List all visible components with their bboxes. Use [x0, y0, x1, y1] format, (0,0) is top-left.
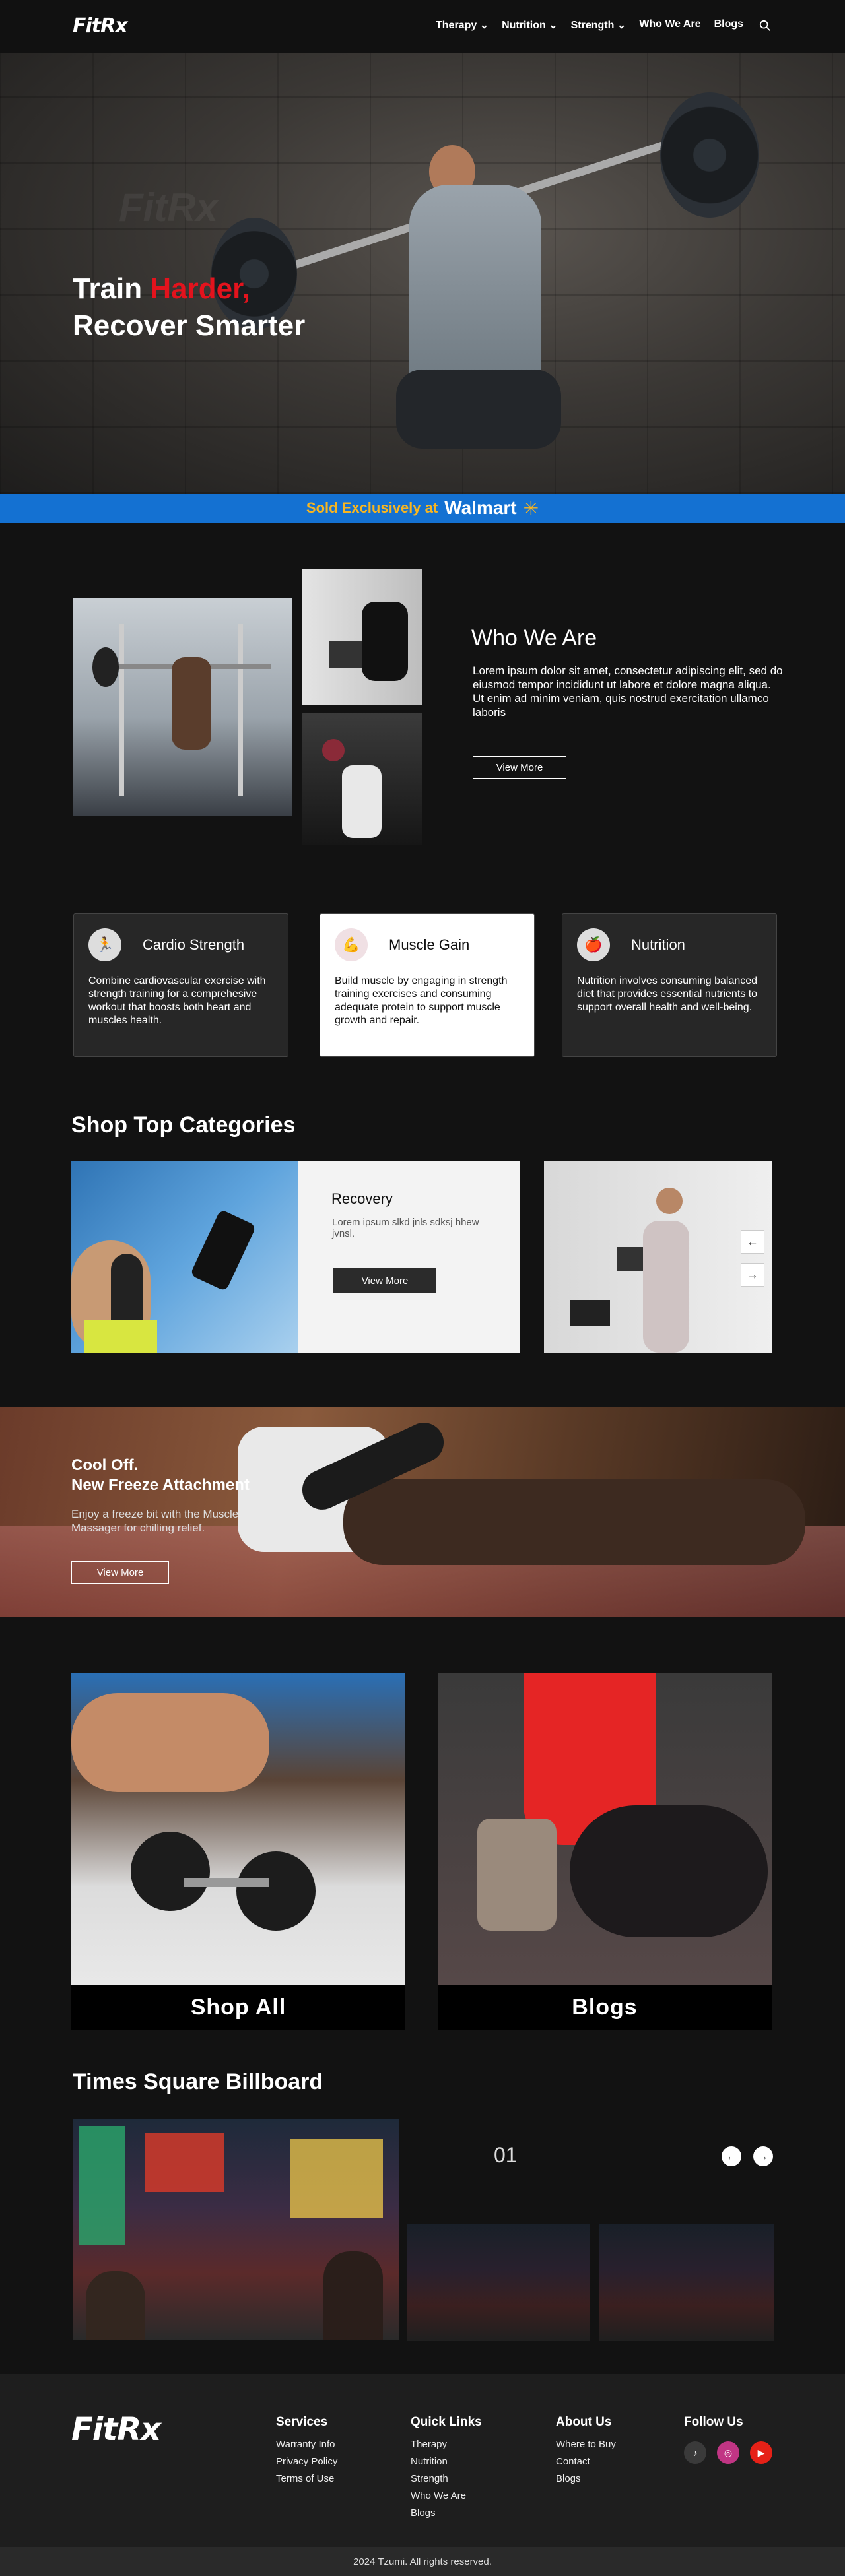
footer-link[interactable]: Terms of Use — [276, 2470, 337, 2488]
footer-column-title: About Us — [556, 2415, 612, 2429]
shop-all-label[interactable]: Shop All — [71, 1985, 405, 2030]
nutrition-icon: 🍎 — [577, 928, 610, 961]
nav-strength[interactable]: Strength ⌄ — [571, 18, 626, 32]
footer-link[interactable]: Who We Are — [411, 2488, 482, 2505]
top-navigation: FitRx Therapy ⌄ Nutrition ⌄ Strength ⌄ W… — [0, 0, 845, 53]
search-icon[interactable] — [759, 20, 771, 32]
chevron-down-icon: ⌄ — [617, 20, 626, 31]
footer-about-column: About Us Where to Buy Contact Blogs — [556, 2415, 616, 2488]
feature-card-muscle[interactable]: 💪 Muscle Gain Build muscle by engaging i… — [320, 913, 535, 1057]
billboard-title: Times Square Billboard — [73, 2069, 323, 2094]
billboard-next-button[interactable]: → — [753, 2146, 773, 2166]
categories-prev-arrow[interactable]: ← — [741, 1230, 764, 1254]
gym-squat-photo — [73, 598, 292, 816]
billboard-prev-button[interactable]: ← — [722, 2146, 741, 2166]
fitrx-logo[interactable]: FitRx — [73, 15, 128, 38]
chevron-down-icon: ⌄ — [479, 20, 489, 31]
times-square-photo-2[interactable] — [407, 2224, 590, 2341]
tiktok-icon[interactable]: ♪ — [684, 2441, 706, 2464]
chevron-down-icon: ⌄ — [549, 20, 558, 31]
sold-exclusively-text: Sold Exclusively at — [306, 499, 438, 516]
feature-desc: Nutrition involves consuming balanced di… — [577, 975, 758, 1013]
dumbbell-woman-photo — [302, 569, 422, 705]
hero-banner: FitRx Train Harder, Recover Smarter — [0, 53, 845, 494]
footer-quicklinks-column: Quick Links Therapy Nutrition Strength W… — [411, 2415, 482, 2522]
footer-link[interactable]: Strength — [411, 2470, 482, 2488]
barbell-plate-right — [660, 92, 759, 218]
instagram-icon[interactable]: ◎ — [717, 2441, 739, 2464]
walmart-banner[interactable]: Sold Exclusively at Walmart ✳ — [0, 494, 845, 523]
feature-desc: Combine cardiovascular exercise with str… — [88, 975, 266, 1026]
copyright-text: 2024 Tzumi. All rights reserved. — [353, 2556, 492, 2567]
category-name: Recovery — [331, 1190, 393, 1207]
copyright-bar: 2024 Tzumi. All rights reserved. — [0, 2547, 845, 2576]
footer-link[interactable]: Where to Buy — [556, 2436, 616, 2453]
blogs-tile[interactable]: Blogs — [438, 1673, 772, 2030]
footer-services-column: Services Warranty Info Privacy Policy Te… — [276, 2415, 337, 2488]
feature-card-cardio[interactable]: 🏃 Cardio Strength Combine cardiovascular… — [73, 913, 288, 1057]
hero-watermark: FitRx — [119, 185, 218, 230]
times-square-photo-main[interactable] — [73, 2119, 399, 2340]
category-view-more-button[interactable]: View More — [333, 1268, 436, 1293]
shop-all-tile[interactable]: Shop All — [71, 1673, 405, 2030]
slide-counter: 01 — [494, 2143, 518, 2167]
footer-logo[interactable]: FitRx — [71, 2411, 161, 2448]
feature-title: Cardio Strength — [143, 936, 245, 953]
dumbbell-plate — [131, 1832, 210, 1911]
feature-card-nutrition[interactable]: 🍎 Nutrition Nutrition involves consuming… — [562, 913, 777, 1057]
feature-title: Muscle Gain — [389, 936, 470, 953]
promo-text: Enjoy a freeze bit with the Muscle Massa… — [71, 1508, 239, 1534]
who-view-more-button[interactable]: View More — [473, 756, 566, 779]
boxing-woman-photo — [302, 713, 422, 845]
promo-leg — [343, 1479, 805, 1565]
athlete-torso — [409, 185, 541, 396]
nav-therapy[interactable]: Therapy ⌄ — [436, 18, 489, 32]
footer-column-title: Follow Us — [684, 2415, 743, 2429]
promo-title: Cool Off. New Freeze Attachment — [71, 1456, 250, 1494]
footer-link[interactable]: Blogs — [411, 2505, 482, 2522]
footer-link[interactable]: Warranty Info — [276, 2436, 337, 2453]
arm-image — [71, 1693, 269, 1792]
athlete-shorts — [396, 370, 561, 449]
categories-next-arrow[interactable]: → — [741, 1263, 764, 1287]
walmart-spark-icon: ✳ — [523, 498, 539, 519]
nav-nutrition[interactable]: Nutrition ⌄ — [502, 18, 558, 32]
leggings-image — [570, 1805, 768, 1937]
nav-blogs[interactable]: Blogs — [714, 18, 743, 32]
hero-headline: Train Harder, Recover Smarter — [73, 273, 306, 342]
footer-link[interactable]: Therapy — [411, 2436, 482, 2453]
footer-follow-column: Follow Us — [684, 2415, 743, 2436]
feature-title: Nutrition — [631, 936, 685, 953]
youtube-icon[interactable]: ▶ — [750, 2441, 772, 2464]
strength-category-photo[interactable] — [544, 1161, 772, 1353]
footer-column-title: Services — [276, 2415, 328, 2429]
footer-link[interactable]: Blogs — [556, 2470, 616, 2488]
blogs-label[interactable]: Blogs — [438, 1985, 772, 2030]
footer-column-title: Quick Links — [411, 2415, 482, 2429]
promo-view-more-button[interactable]: View More — [71, 1561, 169, 1584]
shop-categories-title: Shop Top Categories — [71, 1112, 296, 1138]
recovery-massager-photo — [71, 1161, 298, 1353]
muscle-icon: 💪 — [335, 928, 368, 961]
dumbbell-plate — [236, 1852, 316, 1931]
runner-icon: 🏃 — [88, 928, 121, 961]
nav-who-we-are[interactable]: Who We Are — [639, 18, 700, 32]
main-menu: Therapy ⌄ Nutrition ⌄ Strength ⌄ Who We … — [436, 18, 743, 32]
who-we-are-text: Lorem ipsum dolor sit amet, consectetur … — [473, 664, 783, 719]
dumbbell-handle — [184, 1878, 269, 1887]
kettlebell-image — [477, 1819, 557, 1931]
footer-link[interactable]: Contact — [556, 2453, 616, 2470]
footer-link[interactable]: Privacy Policy — [276, 2453, 337, 2470]
feature-desc: Build muscle by engaging in strength tra… — [335, 975, 508, 1026]
walmart-logo-text: Walmart — [444, 498, 517, 518]
footer-link[interactable]: Nutrition — [411, 2453, 482, 2470]
site-footer: FitRx Services Warranty Info Privacy Pol… — [0, 2374, 845, 2547]
who-we-are-title: Who We Are — [471, 626, 597, 651]
category-desc: Lorem ipsum slkd jnls sdksj hhew jvnsl. — [332, 1217, 479, 1239]
times-square-photo-3[interactable] — [599, 2224, 774, 2341]
